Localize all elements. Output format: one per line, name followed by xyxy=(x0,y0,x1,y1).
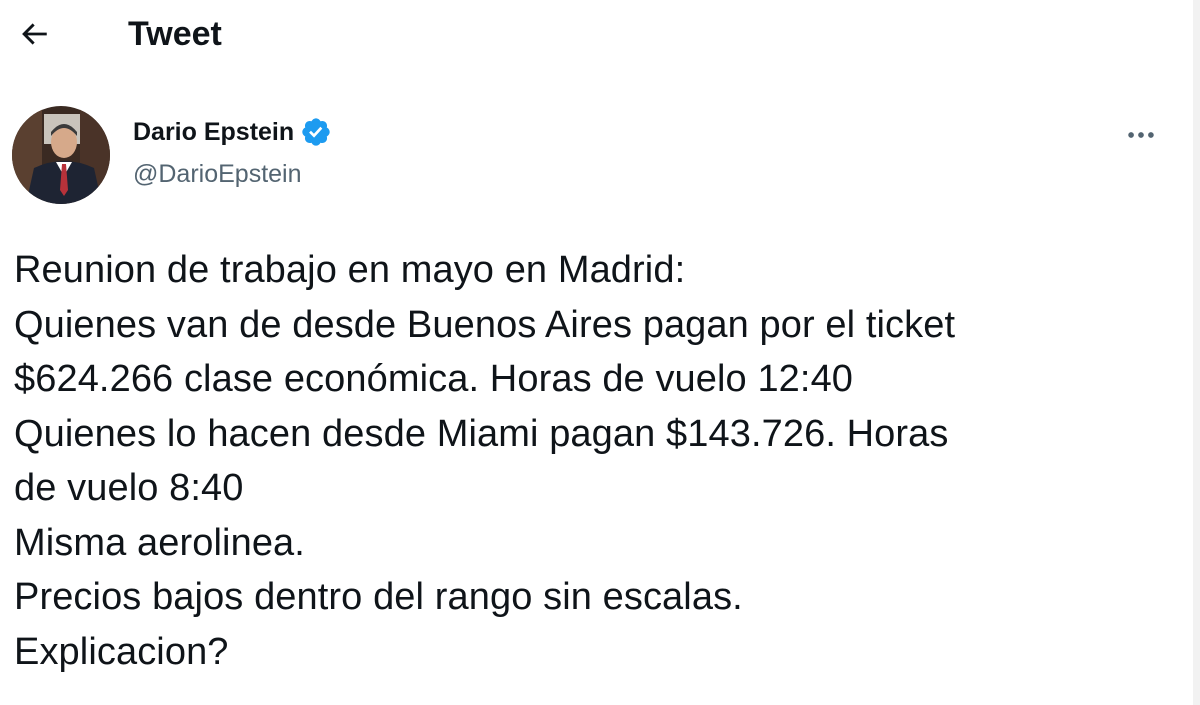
author-name-text: Dario Epstein xyxy=(133,118,295,146)
tweet-text: Reunion de trabajo en mayo en Madrid: Qu… xyxy=(14,243,1174,679)
tweet-text-line: Explicacion? xyxy=(14,630,229,673)
tweet-text-line: de vuelo 8:40 xyxy=(14,467,244,509)
back-button[interactable] xyxy=(12,12,56,56)
tweet-text-line: Quienes lo hacen desde Miami pagan $143.… xyxy=(14,412,949,455)
author-display-name[interactable]: Dario Epstein xyxy=(133,116,332,148)
arrow-left-icon xyxy=(22,23,47,45)
verified-badge-icon xyxy=(300,116,332,148)
page-title: Tweet xyxy=(128,15,222,53)
tweet-text-line: Precios bajos dentro del rango sin escal… xyxy=(14,576,743,618)
scrollbar[interactable] xyxy=(1193,0,1200,705)
more-options-button[interactable] xyxy=(1118,112,1164,158)
tweet-header: Tweet xyxy=(0,0,1200,70)
tweet-text-line: Reunion de trabajo en mayo en Madrid: xyxy=(14,249,686,291)
tweet-author: Dario Epstein @DarioEpstein xyxy=(0,100,1200,210)
tweet-text-line: Misma aerolinea. xyxy=(14,521,305,564)
avatar[interactable] xyxy=(12,106,110,204)
author-handle[interactable]: @DarioEpstein xyxy=(133,158,302,190)
more-horizontal-icon xyxy=(1128,132,1154,138)
tweet-text-line: $624.266 clase económica. Horas de vuelo… xyxy=(14,358,854,400)
tweet-text-line: Quienes van de desde Buenos Aires pagan … xyxy=(14,303,956,346)
